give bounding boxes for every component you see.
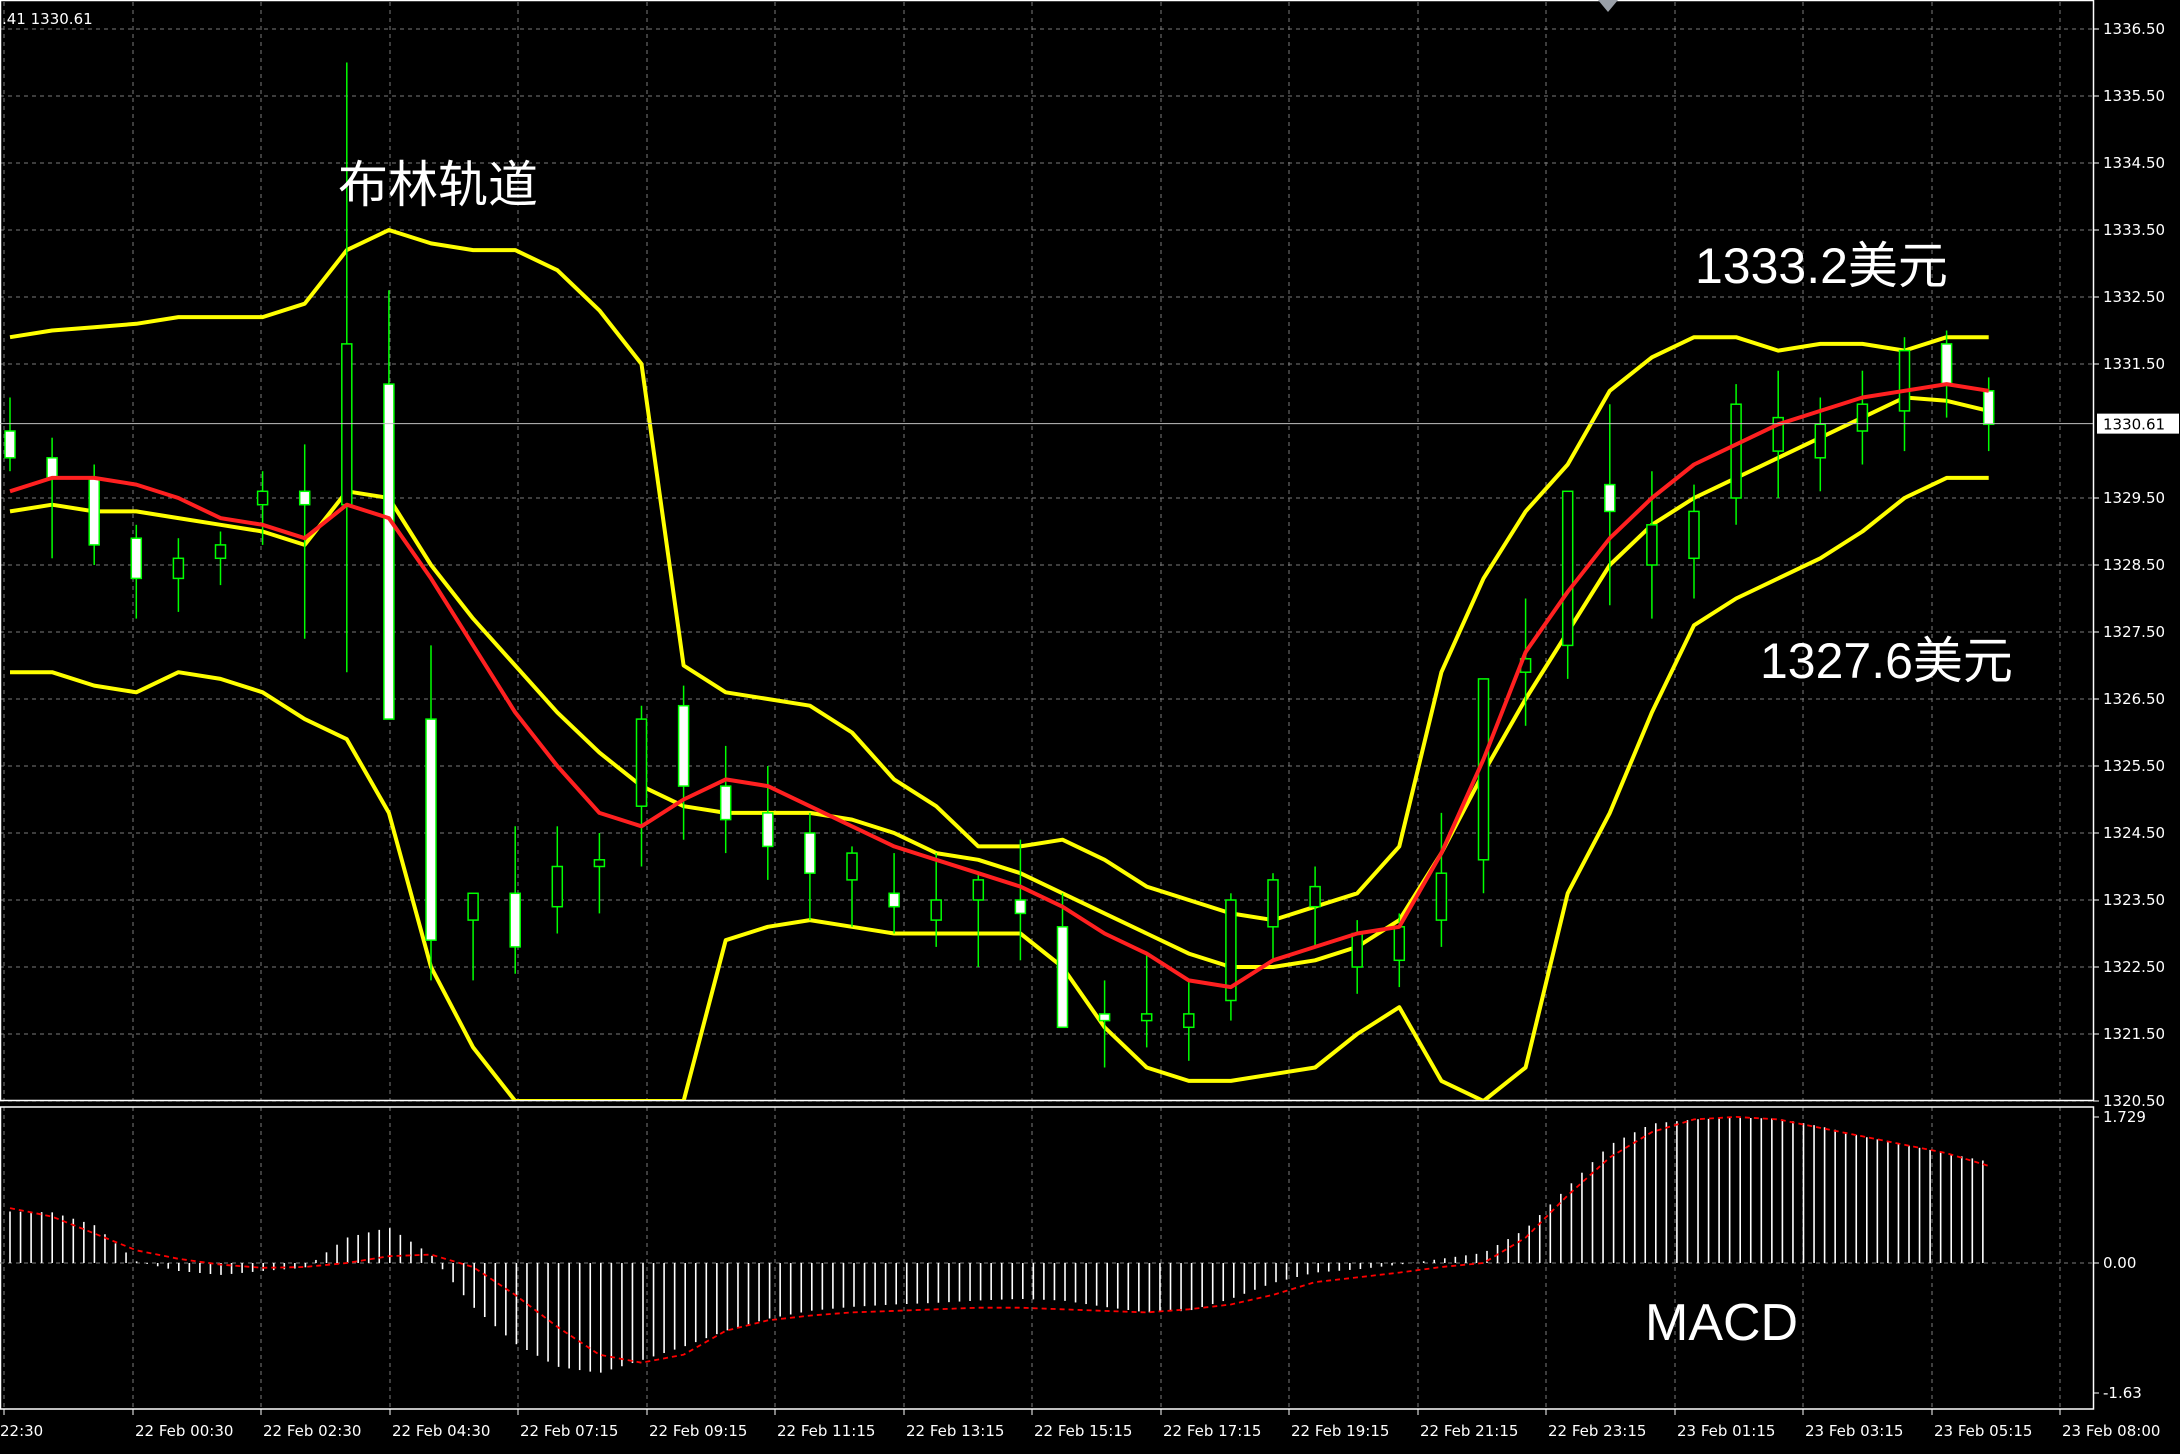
candle-body <box>467 892 479 921</box>
price-tick-label: 1321.50 <box>2103 1025 2165 1043</box>
candle-body <box>1267 879 1279 928</box>
time-tick-label: 22 Feb 23:15 <box>1548 1422 1646 1440</box>
candle-body <box>130 537 143 580</box>
candle-body <box>719 785 732 821</box>
time-tick-label: 22 Feb 21:15 <box>1420 1422 1518 1440</box>
candle-body <box>1393 926 1406 962</box>
bollinger-annotation: 布林轨道 <box>338 157 538 213</box>
candle-body <box>1056 926 1069 1029</box>
candle-body <box>172 557 185 580</box>
candle-body <box>635 718 648 807</box>
time-tick-label: 22 Feb 09:15 <box>649 1422 747 1440</box>
price-tick-label: 1332.50 <box>2103 288 2165 306</box>
candle-body <box>425 718 437 941</box>
candle-body <box>1351 932 1363 968</box>
time-tick-label: 23 Feb 08:00 <box>2062 1422 2160 1440</box>
macd-tick-label: -1.63 <box>2103 1384 2142 1402</box>
chart-header: .41 1330.61 <box>2 10 93 28</box>
time-tick-label: 22 Feb 04:30 <box>392 1422 490 1440</box>
candle-body <box>1014 899 1027 915</box>
price-tick-label: 1324.50 <box>2103 824 2165 842</box>
upper-price-annotation: 1333.2美元 <box>1695 238 1948 294</box>
price-tick-label: 1328.50 <box>2103 556 2165 574</box>
candle-body <box>846 852 858 881</box>
candle-body <box>383 383 395 720</box>
price-tick-label: 1331.50 <box>2103 355 2165 373</box>
chart-background <box>0 0 2180 1454</box>
price-tick-label: 1325.50 <box>2103 757 2165 775</box>
macd-annotation: MACD <box>1645 1294 1798 1352</box>
candle-body <box>930 899 942 921</box>
candle-body <box>1435 872 1448 921</box>
price-tick-label: 1329.50 <box>2103 489 2165 507</box>
candle-body <box>256 490 269 506</box>
price-tick-label: 1336.50 <box>2103 20 2165 38</box>
candle-body <box>804 832 816 874</box>
price-tick-label: 1327.50 <box>2103 623 2165 641</box>
price-tick-label: 1323.50 <box>2103 891 2165 909</box>
price-tick-label: 1334.50 <box>2103 154 2165 172</box>
candle-body <box>972 879 985 901</box>
candle-body <box>1098 1013 1111 1022</box>
price-tick-label: 1322.50 <box>2103 958 2165 976</box>
candle-body <box>1730 403 1742 499</box>
candle-body <box>593 859 606 868</box>
candle-body <box>677 704 690 787</box>
time-tick-label: 22 Feb 00:30 <box>135 1422 233 1440</box>
candle-body <box>888 892 900 908</box>
candle-body <box>1309 885 1321 908</box>
time-tick-label: 22 Feb 15:15 <box>1034 1422 1132 1440</box>
candle-body <box>298 490 311 506</box>
time-tick-label: 22 Feb 13:15 <box>906 1422 1004 1440</box>
candle-body <box>1814 423 1827 459</box>
macd-tick-label: 1.729 <box>2103 1108 2146 1126</box>
candle-body <box>1898 349 1911 412</box>
candle-body <box>551 865 564 908</box>
candle-body <box>341 343 353 506</box>
time-tick-label: 23 Feb 03:15 <box>1805 1422 1903 1440</box>
price-tick-label: 1335.50 <box>2103 87 2165 105</box>
candle-body <box>4 430 16 459</box>
time-tick-label: 22 Feb 19:15 <box>1291 1422 1389 1440</box>
price-chart: 1336.50 1335.50 1334.50 1333.50 1332.50 1331.… <box>0 0 2180 1454</box>
time-tick-label: 22 Feb 17:15 <box>1163 1422 1261 1440</box>
time-tick-label: 23 Feb 05:15 <box>1934 1422 2032 1440</box>
candle-body <box>1688 510 1700 560</box>
time-tick-label: 22:30 <box>0 1422 43 1440</box>
candle-body <box>1604 483 1616 513</box>
candle-body <box>1183 1013 1195 1029</box>
candle-body <box>1856 403 1869 432</box>
lower-price-annotation: 1327.6美元 <box>1760 633 2013 689</box>
candle-body <box>1646 524 1658 566</box>
candle-body <box>1982 390 1995 426</box>
time-tick-label: 23 Feb 01:15 <box>1677 1422 1775 1440</box>
macd-tick-label: 0.00 <box>2103 1254 2136 1272</box>
candle-body <box>1561 490 1574 647</box>
candle-body <box>1940 343 1953 385</box>
time-tick-label: 22 Feb 02:30 <box>263 1422 361 1440</box>
current-price-tag-label: 1330.61 <box>2103 416 2165 434</box>
time-tick-label: 22 Feb 11:15 <box>777 1422 875 1440</box>
candle-body <box>214 544 227 560</box>
candle-body <box>509 892 521 948</box>
candle-body <box>762 812 774 848</box>
candle-body <box>88 477 100 546</box>
price-tick-label: 1326.50 <box>2103 690 2165 708</box>
candle-body <box>1140 1013 1153 1022</box>
candle-body <box>46 457 58 479</box>
price-tick-label: 1333.50 <box>2103 221 2165 239</box>
time-tick-label: 22 Feb 07:15 <box>520 1422 618 1440</box>
